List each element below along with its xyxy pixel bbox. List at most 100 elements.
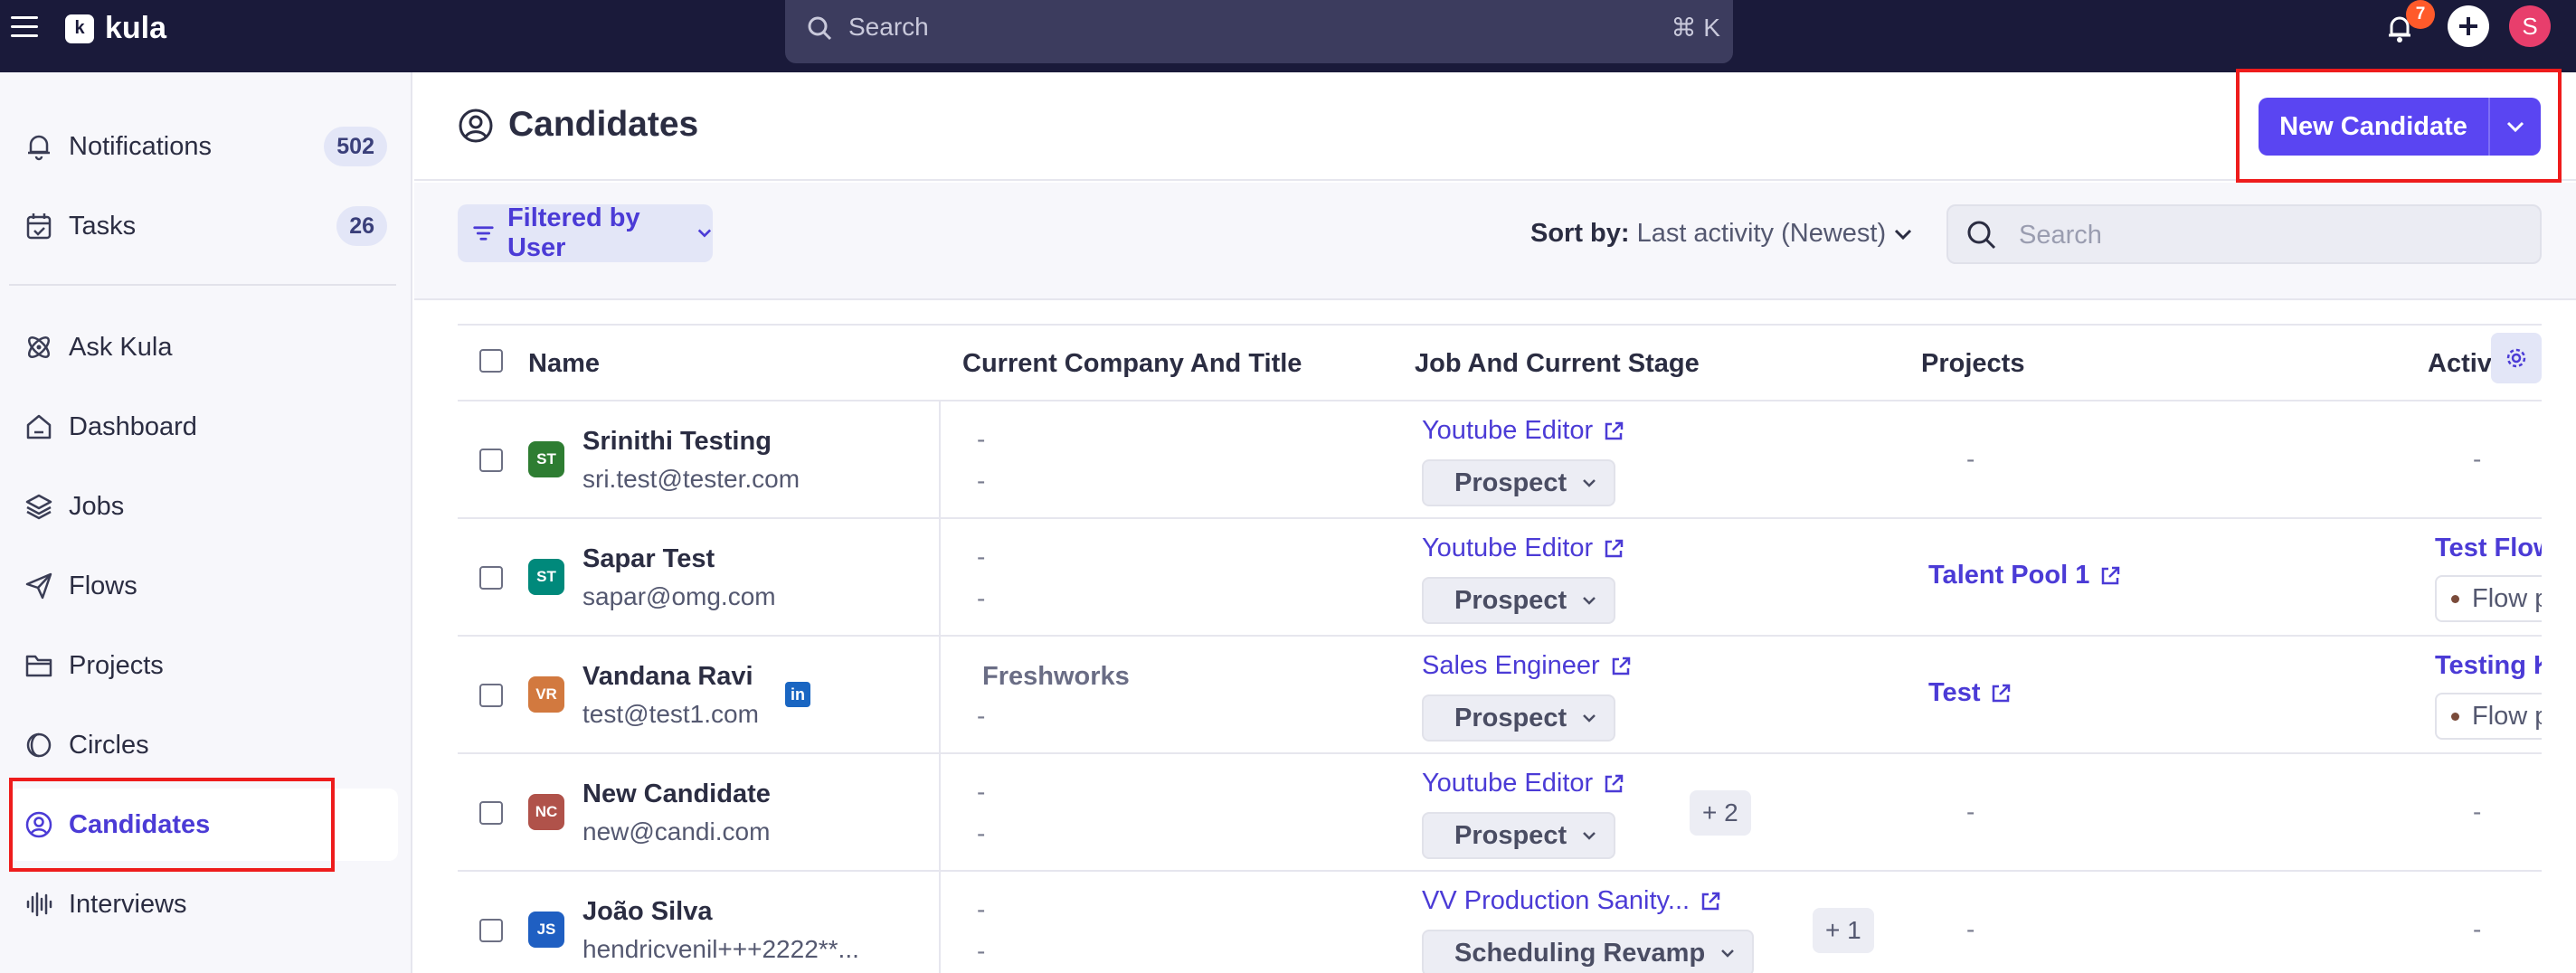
project-link[interactable]: Test [1928, 678, 2012, 708]
quick-add-button[interactable] [2448, 5, 2489, 47]
candidate-name[interactable]: Vandana Ravi [582, 662, 753, 692]
status-dot [2451, 712, 2459, 721]
highlight-box-new-candidate [2236, 69, 2562, 183]
row-checkbox[interactable] [479, 566, 503, 590]
job-link[interactable]: VV Production Sanity... [1422, 886, 1722, 916]
job-link[interactable]: Youtube Editor [1422, 416, 1625, 446]
candidate-email: test@test1.com [582, 700, 759, 728]
project-link[interactable]: Talent Pool 1 [1928, 561, 2122, 590]
notifications-count-badge: 502 [324, 127, 387, 166]
global-search-input[interactable]: Search ⌘ K [785, 0, 1733, 63]
sidebar-item-interviews[interactable]: Interviews [9, 868, 398, 940]
table-row[interactable]: ST Srinithi Testing sri.test@tester.com … [458, 401, 2542, 519]
sidebar-item-label: Interviews [69, 889, 187, 919]
chevron-down-icon [1895, 229, 1912, 240]
candidate-name[interactable]: Srinithi Testing [582, 427, 772, 457]
search-placeholder: Search [2019, 221, 2102, 250]
column-header-name[interactable]: Name [528, 349, 600, 379]
more-jobs-badge[interactable]: + 2 [1690, 790, 1751, 836]
column-header-company[interactable]: Current Company And Title [962, 349, 1302, 379]
column-header-projects[interactable]: Projects [1921, 349, 2024, 379]
row-checkbox[interactable] [479, 684, 503, 707]
candidate-search-input[interactable]: Search [1946, 204, 2542, 264]
column-settings-button[interactable] [2491, 333, 2542, 383]
job-name: VV Production Sanity... [1422, 886, 1690, 915]
job-name: Sales Engineer [1422, 651, 1600, 680]
title-value: - [977, 937, 986, 965]
sort-dropdown[interactable]: Sort by: Last activity (Newest) [1530, 219, 1913, 249]
candidate-name[interactable]: Sapar Test [582, 544, 715, 574]
linkedin-icon[interactable]: in [785, 682, 810, 707]
atom-icon [27, 335, 51, 359]
sidebar-item-dashboard[interactable]: Dashboard [9, 391, 398, 463]
sidebar-item-projects[interactable]: Projects [9, 629, 398, 702]
title-value: - [977, 584, 986, 612]
flow-status-label: Flow p [2472, 701, 2542, 731]
search-shortcut: ⌘ K [1671, 14, 1720, 42]
table-row[interactable]: ST Sapar Test sapar@omg.com - - Youtube … [458, 519, 2542, 637]
avatar: ST [528, 559, 564, 595]
row-checkbox[interactable] [479, 801, 503, 825]
job-link[interactable]: Youtube Editor [1422, 534, 1625, 563]
sidebar-item-circles[interactable]: Circles [9, 709, 398, 781]
table-row[interactable]: NC New Candidate new@candi.com - - Youtu… [458, 754, 2542, 872]
company-value: - [977, 543, 986, 571]
chevron-down-icon [1583, 597, 1596, 605]
sidebar-item-ask-kula[interactable]: Ask Kula [9, 311, 398, 383]
menu-icon[interactable] [11, 16, 38, 40]
activity-flow-link[interactable]: Testing K [2435, 651, 2542, 681]
candidate-name[interactable]: New Candidate [582, 779, 771, 809]
more-jobs-badge[interactable]: + 1 [1813, 908, 1874, 953]
stage-dropdown[interactable]: Prospect [1422, 459, 1616, 506]
select-all-checkbox[interactable] [479, 349, 503, 373]
highlight-box-candidates [9, 778, 335, 872]
project-value: - [1966, 915, 1975, 943]
job-link[interactable]: Youtube Editor [1422, 769, 1625, 798]
sidebar-item-flows[interactable]: Flows [9, 550, 398, 622]
sidebar-item-jobs[interactable]: Jobs [9, 470, 398, 543]
avatar: JS [528, 912, 564, 948]
external-link-icon [1701, 892, 1720, 910]
candidates-table: Name Current Company And Title Job And C… [458, 324, 2542, 973]
sidebar-item-notifications[interactable]: Notifications 502 [9, 110, 398, 183]
tasks-count-badge: 26 [336, 206, 387, 246]
row-checkbox[interactable] [479, 449, 503, 472]
search-icon [1967, 221, 1996, 250]
external-link-icon [1605, 774, 1624, 792]
layers-icon [25, 494, 52, 520]
logo-text: kula [105, 11, 167, 45]
title-value: - [977, 819, 986, 847]
row-checkbox[interactable] [479, 919, 503, 942]
title-value: - [977, 702, 986, 730]
candidate-name[interactable]: João Silva [582, 897, 712, 927]
column-header-job-stage[interactable]: Job And Current Stage [1415, 349, 1700, 379]
job-link[interactable]: Sales Engineer [1422, 651, 1633, 681]
company-value: - [977, 425, 986, 453]
home-icon [26, 414, 52, 439]
sidebar-item-label: Notifications [69, 131, 212, 161]
sidebar-item-tasks[interactable]: Tasks 26 [9, 190, 398, 262]
stage-label: Prospect [1454, 820, 1567, 850]
stage-dropdown[interactable]: Scheduling Revamp [1422, 930, 1755, 973]
stage-dropdown[interactable]: Prospect [1422, 812, 1616, 859]
page-title: Candidates [508, 105, 699, 144]
filter-button[interactable]: Filtered by User [458, 203, 713, 262]
sort-label: Sort by: [1530, 219, 1630, 248]
chevron-down-icon [1583, 832, 1596, 840]
stage-label: Prospect [1454, 703, 1567, 732]
filter-toolbar: Filtered by User Sort by: Last activity … [414, 183, 2576, 300]
table-row[interactable]: JS João Silva hendricvenil+++2222**... -… [458, 872, 2542, 973]
chevron-down-icon [1583, 479, 1596, 487]
send-icon [25, 572, 52, 600]
flow-status-pill[interactable]: Flow p [2435, 575, 2542, 622]
stage-dropdown[interactable]: Prospect [1422, 694, 1616, 742]
flow-status-label: Flow p [2472, 583, 2542, 613]
user-avatar[interactable]: S [2509, 5, 2551, 47]
logo[interactable]: k kula [65, 11, 166, 46]
stage-dropdown[interactable]: Prospect [1422, 577, 1616, 624]
activity-flow-link[interactable]: Test Flow [2435, 534, 2542, 563]
table-row[interactable]: VR Vandana Ravi in test@test1.com Freshw… [458, 637, 2542, 754]
stage-label: Scheduling Revamp [1454, 938, 1706, 968]
company-value: Freshworks [982, 662, 1130, 691]
flow-status-pill[interactable]: Flow p [2435, 693, 2542, 740]
